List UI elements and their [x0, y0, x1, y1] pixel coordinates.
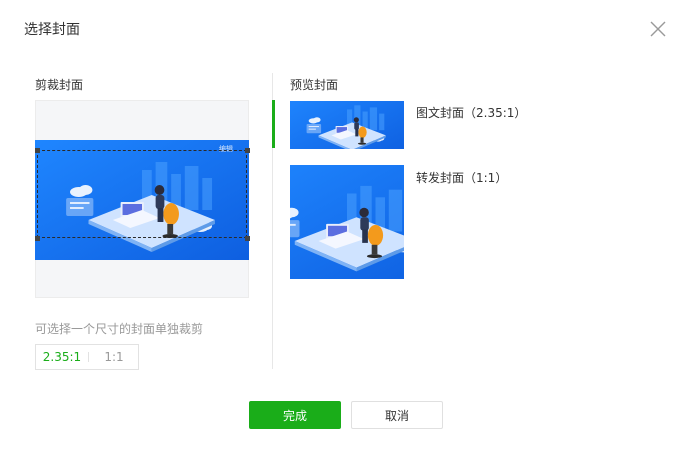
crop-handle-bottom-right[interactable]: [245, 236, 250, 241]
crop-handle-top-left[interactable]: [35, 148, 40, 153]
crop-hint-text: 可选择一个尺寸的封面单独裁剪: [35, 322, 204, 336]
preview-section-label: 预览封面: [290, 78, 339, 92]
crop-section-label: 剪裁封面: [35, 78, 84, 92]
active-preview-indicator: [272, 100, 275, 148]
ratio-selector: 2.35:1 1:1: [35, 344, 139, 370]
ratio-option-2-35-1[interactable]: 2.35:1: [36, 345, 88, 369]
preview-article-cover-label: 图文封面（2.35:1）: [416, 106, 527, 120]
close-icon[interactable]: [648, 19, 668, 39]
confirm-button[interactable]: 完成: [249, 401, 341, 429]
crop-handle-bottom-left[interactable]: [35, 236, 40, 241]
ratio-option-1-1[interactable]: 1:1: [89, 345, 139, 369]
cancel-button[interactable]: 取消: [351, 401, 443, 429]
crop-selection-box[interactable]: [37, 150, 247, 238]
crop-handle-top-right[interactable]: [245, 148, 250, 153]
preview-share-cover[interactable]: [290, 165, 404, 279]
preview-article-cover[interactable]: [290, 101, 404, 149]
select-cover-dialog: 选择封面 剪裁封面 编辑 预览封面 图文封面（2.35:1） 转发封面（1:1）…: [0, 0, 690, 453]
preview-share-cover-label: 转发封面（1:1）: [416, 171, 508, 185]
dialog-title: 选择封面: [24, 22, 80, 38]
